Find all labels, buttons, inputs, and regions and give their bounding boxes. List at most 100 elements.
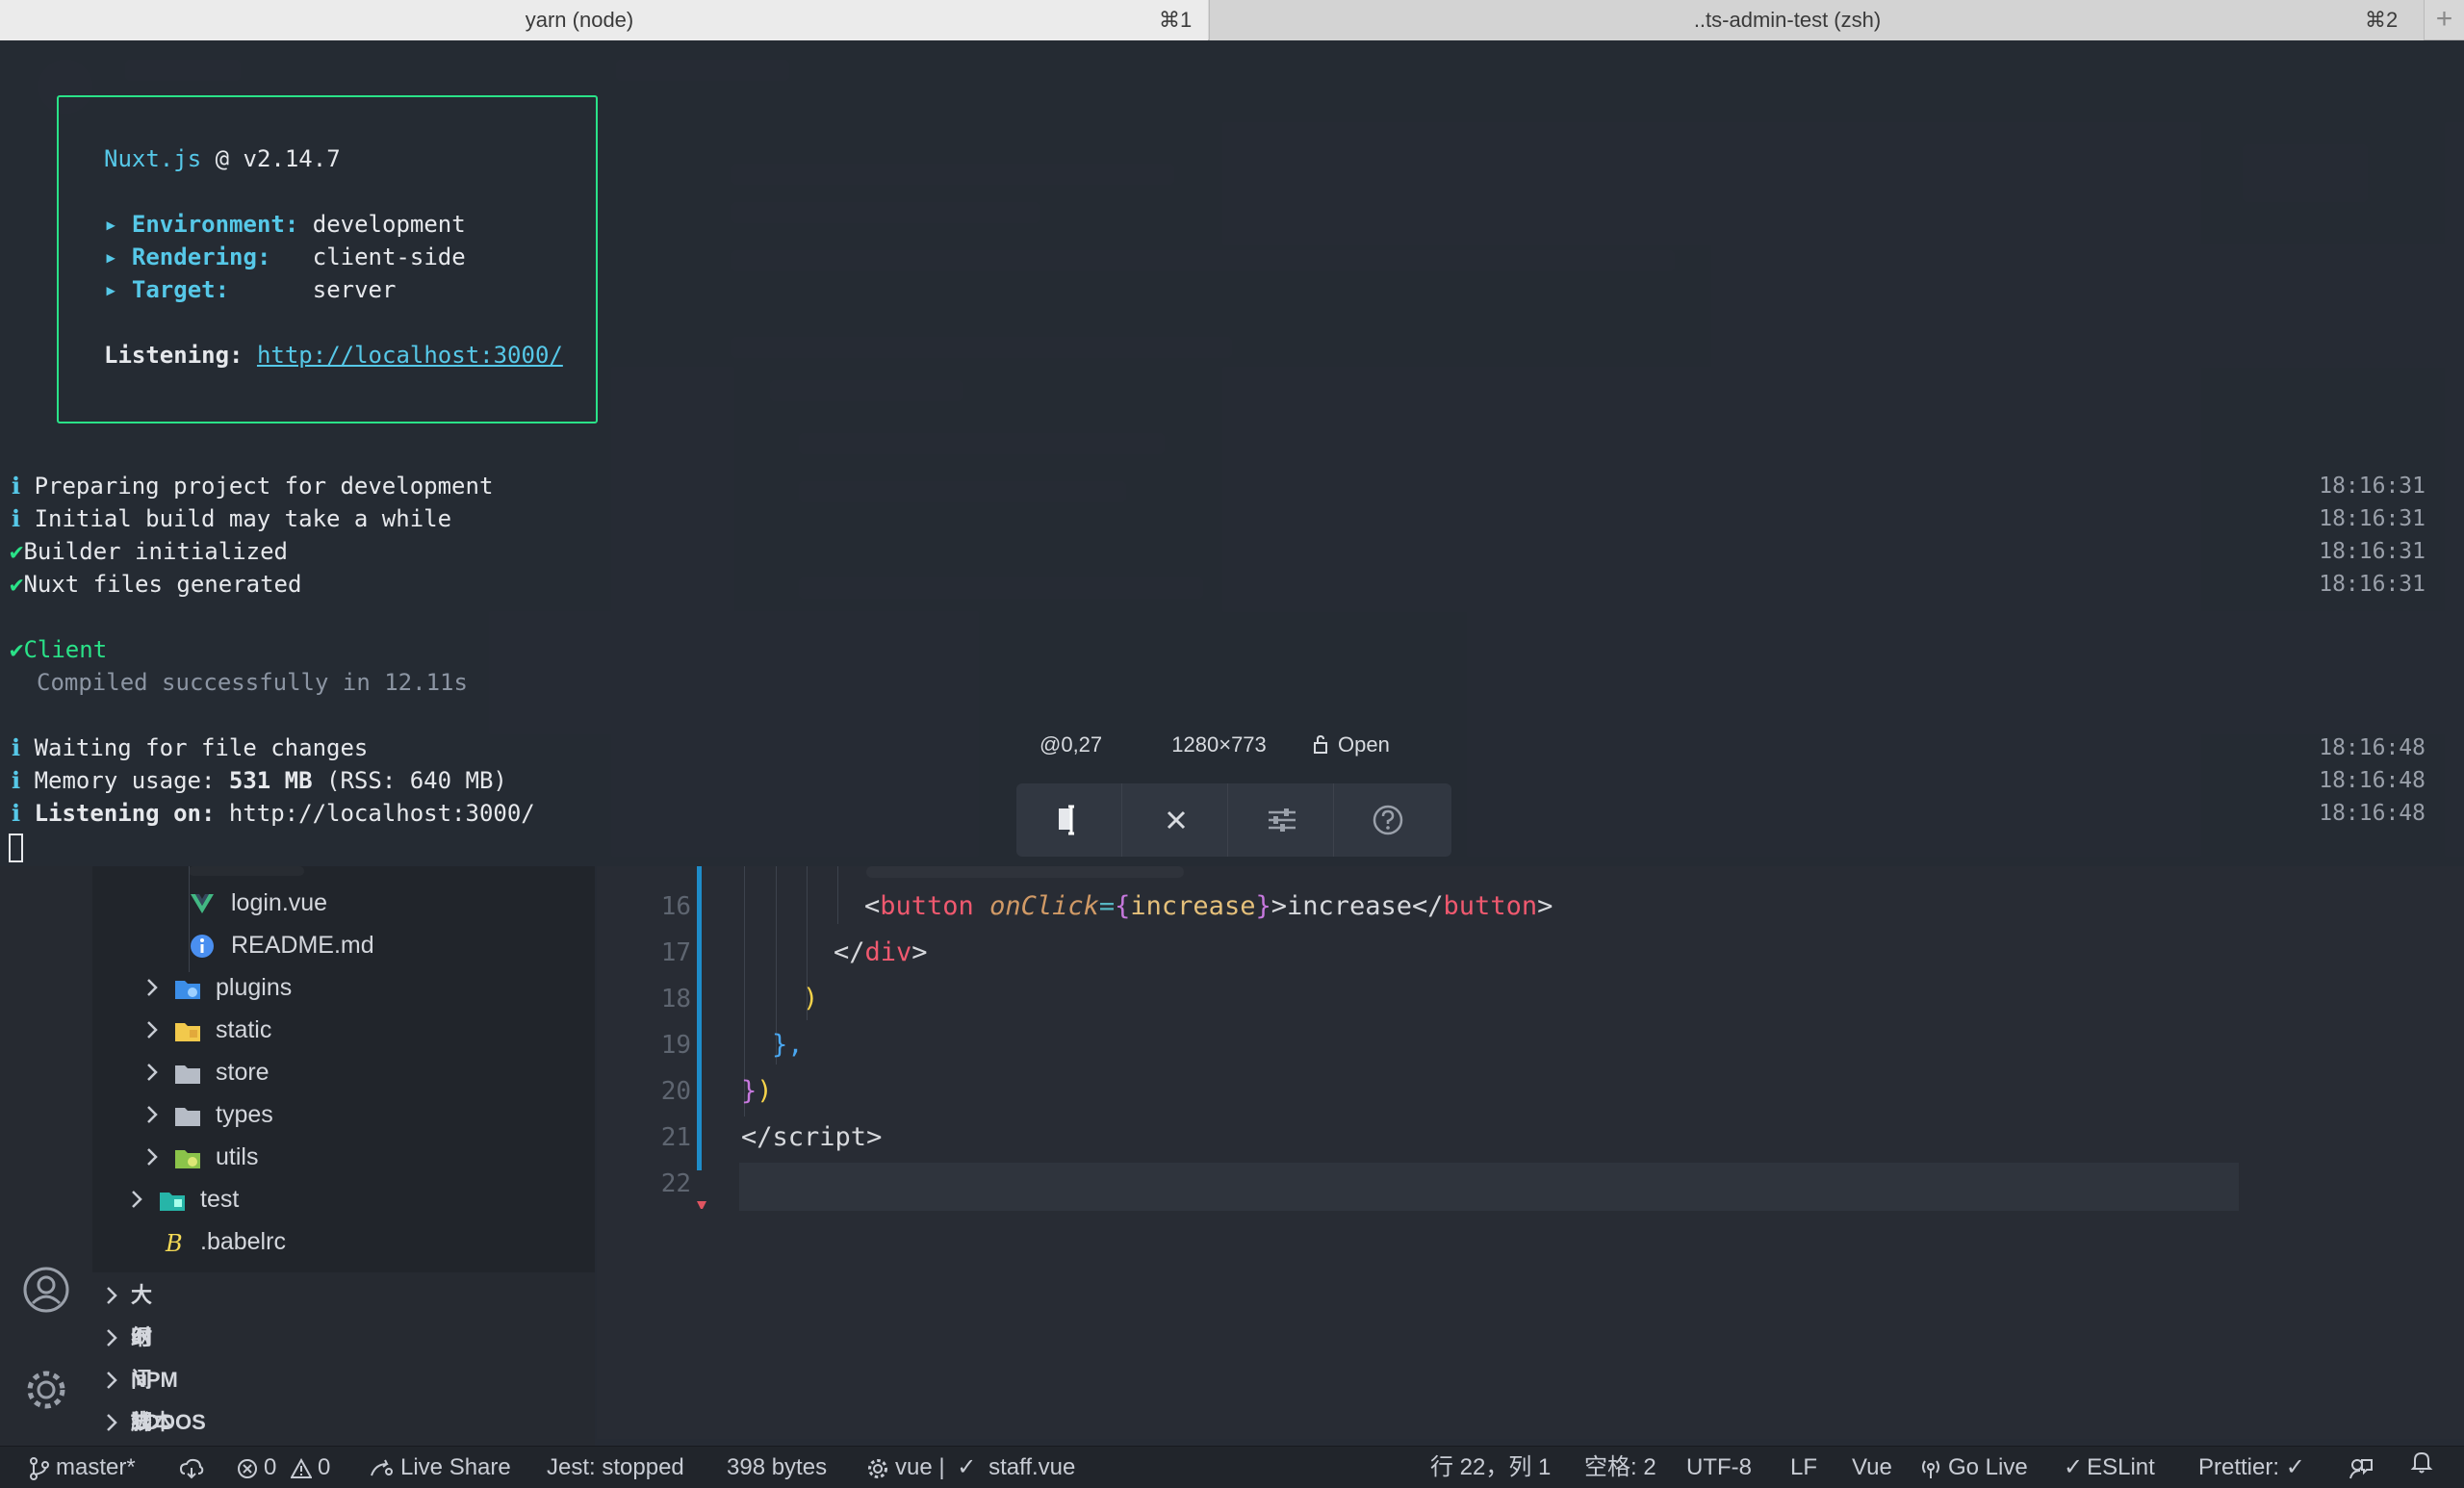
screenshot-info: @0,27 1280×773 Open (1040, 718, 1390, 772)
feedback-icon (2349, 1458, 2373, 1478)
feedback-button[interactable] (2348, 1447, 2374, 1488)
chevron-right-icon (142, 1009, 162, 1051)
babel-icon: B (160, 1229, 187, 1256)
folder-utils-icon (173, 1144, 200, 1171)
tab-title: yarn (node) (525, 8, 634, 32)
tree-item-label: static (216, 1016, 272, 1043)
ghost-tree-row (189, 866, 304, 876)
tree-item-label: plugins (216, 974, 293, 1001)
close-button[interactable] (1122, 783, 1228, 857)
file-label: staff.vue (988, 1454, 1076, 1480)
folder-test-icon (158, 1187, 185, 1214)
encoding[interactable]: UTF-8 (1686, 1447, 1752, 1488)
breakpoint-marker (697, 1201, 706, 1211)
help-button[interactable] (1334, 783, 1440, 857)
ghost-code-line (866, 866, 1184, 878)
tree-item-label: types (216, 1101, 273, 1128)
live-share-button[interactable]: Live Share (370, 1447, 511, 1488)
warning-icon (291, 1457, 313, 1478)
tree-item-plugins[interactable]: plugins (92, 966, 595, 1009)
svg-text:B: B (165, 1230, 183, 1256)
go-live-button[interactable]: Go Live (1919, 1447, 2028, 1488)
jest-status[interactable]: Jest: stopped (547, 1447, 684, 1488)
code-line-19: }, (772, 1030, 804, 1060)
tab-title: ..ts-admin-test (zsh) (1693, 8, 1882, 32)
close-icon (1167, 810, 1186, 830)
new-tab-button[interactable]: + (2424, 0, 2464, 40)
notifications-button[interactable] (2410, 1447, 2433, 1488)
gear-icon (868, 1458, 887, 1478)
tree-item-label: .babelrc (200, 1228, 286, 1255)
listening-line: Listening: http://localhost:3000/ (104, 342, 563, 369)
tree-item-label: utils (216, 1143, 259, 1170)
code-line-18: ) (803, 984, 819, 1013)
eslint-status[interactable]: ✓ ESLint (2064, 1447, 2155, 1488)
tree-item-label: README.md (231, 932, 374, 959)
prettier-status[interactable]: Prettier: ✓ (2198, 1447, 2305, 1488)
folder-icon (173, 1060, 200, 1087)
code-line-21: </script> (741, 1122, 883, 1152)
line-number: 20 (660, 1077, 691, 1106)
chevron-right-icon (142, 1093, 162, 1136)
problems-indicator[interactable]: 0 0 (237, 1447, 330, 1488)
log-timestamp: 18:16:31 (2319, 506, 2426, 531)
double-check-icon: ✓ (2064, 1454, 2084, 1480)
gear-icon[interactable] (21, 1365, 71, 1415)
log-line: ℹ Initial build may take a while (12, 505, 452, 532)
tab-shortcut: ⌘2 (2365, 8, 2399, 32)
vue-icon (189, 890, 216, 917)
sync-icon (179, 1458, 204, 1479)
chevron-right-icon (102, 1317, 121, 1359)
git-branch[interactable]: master* (29, 1447, 136, 1488)
code-line-17: </div> (834, 937, 928, 967)
tree-item-babelrc[interactable]: B .babelrc (92, 1220, 595, 1263)
account-icon[interactable] (21, 1265, 71, 1315)
language-mode[interactable]: Vue (1852, 1447, 1892, 1488)
tree-item-types[interactable]: types (92, 1093, 595, 1136)
vue-label: vue | (895, 1454, 945, 1480)
sync-button[interactable] (179, 1447, 210, 1488)
tree-item-utils[interactable]: utils (92, 1136, 595, 1178)
line-number: 21 (660, 1123, 691, 1152)
line-number: 19 (660, 1031, 691, 1060)
lock-label: Open (1338, 732, 1390, 757)
check-icon: ✓ (957, 1454, 977, 1480)
indent-guide (837, 866, 838, 924)
tree-item-static[interactable]: static (92, 1009, 595, 1051)
tab-yarn-node[interactable]: yarn (node) ⌘1 (0, 0, 1208, 40)
cursor-position[interactable]: 行 22，列 1 (1430, 1447, 1551, 1488)
help-icon (1373, 805, 1403, 835)
lock-toggle[interactable]: Open (1313, 732, 1390, 757)
text-cursor-icon (1059, 805, 1074, 835)
compiled-line: Compiled successfully in 12.11s (37, 669, 468, 696)
tree-item-login-vue[interactable]: login.vue (92, 882, 595, 924)
localhost-link[interactable]: http://localhost:3000/ (257, 342, 563, 369)
vue-project-status[interactable]: vue | ✓ staff.vue (866, 1447, 1075, 1488)
terminal-cursor (9, 834, 23, 862)
settings-button[interactable] (1228, 783, 1334, 857)
terminal-window[interactable]: Nuxt.js @ v2.14.7 ▸ Environment: develop… (0, 40, 2464, 866)
capture-size: 1280×773 (1171, 732, 1267, 757)
activity-bar (0, 866, 92, 1446)
folder-plugins-icon (173, 975, 200, 1002)
chevron-right-icon (102, 1359, 121, 1401)
tree-item-test[interactable]: test (92, 1178, 595, 1220)
section-label: TODOS (131, 1410, 206, 1434)
capture-position: @0,27 (1040, 732, 1103, 757)
tab-zsh[interactable]: ..ts-admin-test (zsh) ⌘2 (1209, 0, 2424, 40)
tree-item-store[interactable]: store (92, 1051, 595, 1093)
line-number: 18 (660, 985, 691, 1013)
select-region-button[interactable] (1016, 783, 1122, 857)
tree-item-label: test (200, 1186, 240, 1213)
status-bar: master* 0 0 Live Share Jest: stopped 398… (0, 1446, 2464, 1488)
info-icon (189, 933, 216, 960)
log-timestamp: 18:16:31 (2319, 474, 2426, 499)
log-line: ✔Builder initialized (10, 538, 288, 565)
terminal-tab-bar: yarn (node) ⌘1 ..ts-admin-test (zsh) ⌘2 … (0, 0, 2464, 40)
line-number: 17 (660, 938, 691, 967)
end-of-line[interactable]: LF (1790, 1447, 1817, 1488)
chevron-right-icon (142, 966, 162, 1009)
chevron-right-icon (102, 1401, 121, 1444)
tree-item-readme[interactable]: README.md (92, 924, 595, 966)
indentation[interactable]: 空格: 2 (1584, 1447, 1656, 1488)
